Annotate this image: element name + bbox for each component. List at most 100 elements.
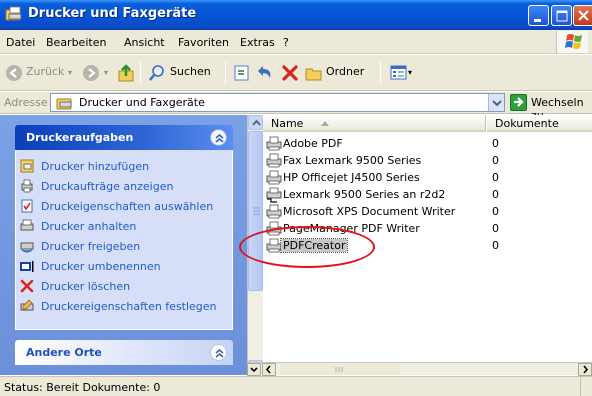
- scroll-up-button[interactable]: [248, 115, 263, 130]
- scroll-thumb[interactable]: [248, 131, 263, 291]
- list-horizontal-scrollbar[interactable]: [247, 362, 592, 376]
- task-add-printer[interactable]: Drucker hinzufügen: [20, 158, 225, 176]
- share-printer-icon: [20, 242, 34, 253]
- menu-ansicht[interactable]: Ansicht: [124, 36, 165, 49]
- pause-printer-icon: [20, 219, 34, 231]
- chevron-right-icon: [583, 365, 589, 374]
- toolbar: Zurück ▾ ▾ Suchen Ordner ▾: [0, 55, 592, 91]
- printer-row-selected[interactable]: PDFCreator 0: [263, 238, 592, 254]
- back-button[interactable]: Zurück: [26, 65, 64, 78]
- status-bar: Status: Bereit Dokumente: 0: [0, 376, 592, 396]
- close-button[interactable]: [573, 5, 592, 26]
- document-count: 0: [492, 137, 499, 150]
- up-folder-icon[interactable]: [117, 63, 135, 83]
- maximize-button[interactable]: [551, 5, 572, 26]
- menu-bearbeiten[interactable]: Bearbeiten: [46, 36, 106, 49]
- printer-properties-icon: [20, 299, 34, 311]
- printer-row[interactable]: Adobe PDF 0: [263, 136, 592, 152]
- back-dropdown-icon[interactable]: ▾: [68, 68, 72, 77]
- windows-logo: [556, 31, 588, 53]
- printer-name: Fax Lexmark 9500 Series: [283, 154, 422, 167]
- collapse-button[interactable]: [210, 129, 227, 146]
- rename-icon: [20, 261, 34, 272]
- scroll-right-button[interactable]: [578, 363, 592, 376]
- task-label: Drucker umbenennen: [41, 260, 161, 273]
- menu-favoriten[interactable]: Favoriten: [178, 36, 229, 49]
- printer-icon: [266, 170, 282, 185]
- address-dropdown-button[interactable]: [488, 94, 504, 111]
- task-pause-printer[interactable]: Drucker anhalten: [20, 218, 225, 236]
- folders-button[interactable]: Ordner: [326, 65, 364, 78]
- forward-arrow-icon[interactable]: [82, 64, 100, 82]
- forward-dropdown-icon[interactable]: ▾: [104, 68, 108, 77]
- task-label: Drucker hinzufügen: [41, 160, 150, 173]
- scroll-down-button[interactable]: [247, 363, 261, 376]
- printer-row[interactable]: PageManager PDF Writer 0: [263, 221, 592, 237]
- resize-grip[interactable]: [580, 377, 592, 396]
- chevron-left-icon: [265, 365, 271, 374]
- column-header-documents[interactable]: Dokumente: [487, 115, 592, 132]
- task-pane-scrollbar[interactable]: [247, 115, 263, 375]
- search-button[interactable]: Suchen: [170, 65, 211, 78]
- task-label: Drucker freigeben: [41, 240, 141, 253]
- window-title: Drucker und Faxgeräte: [28, 6, 197, 21]
- add-printer-icon: [20, 159, 34, 173]
- minimize-button[interactable]: [528, 5, 549, 26]
- printer-icon: [266, 204, 282, 219]
- task-delete-printer[interactable]: Drucker löschen: [20, 278, 225, 296]
- address-value: Drucker und Faxgeräte: [79, 96, 205, 109]
- printer-name: Lexmark 9500 Series an r2d2: [283, 188, 446, 201]
- printer-name: Adobe PDF: [283, 137, 343, 150]
- printer-folder-icon: [56, 98, 72, 110]
- scroll-thumb[interactable]: [280, 364, 400, 375]
- delete-icon[interactable]: [281, 64, 299, 82]
- search-icon[interactable]: [148, 64, 166, 82]
- task-share-printer[interactable]: Drucker freigeben: [20, 238, 225, 256]
- column-header-name[interactable]: Name: [263, 115, 486, 132]
- back-arrow-icon[interactable]: [5, 64, 23, 82]
- printer-tasks-header[interactable]: Druckeraufgaben: [15, 125, 233, 150]
- go-arrow-icon: [514, 97, 524, 107]
- menu-datei[interactable]: Datei: [6, 36, 35, 49]
- task-pane: Druckeraufgaben Drucker hinzufügen Druck…: [0, 115, 247, 375]
- go-button[interactable]: [510, 94, 527, 111]
- other-places-header[interactable]: Andere Orte: [15, 340, 233, 365]
- delete-icon: [20, 279, 34, 293]
- column-label: Name: [271, 117, 304, 130]
- menu-extras[interactable]: Extras: [240, 36, 275, 49]
- printer-name: PDFCreator: [279, 238, 349, 253]
- printer-list: Name Dokumente Adobe PDF 0 Fax Lexmark 9…: [263, 115, 592, 362]
- task-printer-properties[interactable]: Druckereigenschaften festlegen: [20, 298, 225, 316]
- printer-row[interactable]: Lexmark 9500 Series an r2d2 0: [263, 187, 592, 203]
- printer-name: PageManager PDF Writer: [283, 222, 420, 235]
- menu-help[interactable]: ?: [283, 36, 289, 49]
- printer-tasks-title: Druckeraufgaben: [26, 131, 134, 144]
- sort-ascending-icon: [321, 121, 329, 126]
- chevron-down-icon: [250, 367, 258, 373]
- task-label: Druckeigenschaften auswählen: [41, 200, 214, 213]
- views-dropdown-icon[interactable]: ▾: [408, 68, 412, 77]
- title-bar[interactable]: Drucker und Faxgeräte: [0, 0, 592, 30]
- close-icon: [578, 10, 589, 21]
- chevron-up-icon: [252, 119, 261, 126]
- grip-icon: [253, 207, 260, 215]
- views-icon[interactable]: [390, 64, 408, 82]
- printer-row[interactable]: Microsoft XPS Document Writer 0: [263, 204, 592, 220]
- print-preferences-icon: [21, 199, 33, 213]
- folders-icon[interactable]: [304, 64, 324, 82]
- task-view-print-jobs[interactable]: Druckaufträge anzeigen: [20, 178, 225, 196]
- address-bar: Adresse Drucker und Faxgeräte Wechseln z…: [0, 92, 592, 122]
- collapse-button[interactable]: [210, 344, 227, 361]
- task-rename-printer[interactable]: Drucker umbenennen: [20, 258, 225, 276]
- scroll-left-button[interactable]: [262, 363, 276, 376]
- task-print-preferences[interactable]: Druckeigenschaften auswählen: [20, 198, 225, 216]
- printer-row[interactable]: Fax Lexmark 9500 Series 0: [263, 153, 592, 169]
- double-chevron-up-icon: [215, 133, 224, 143]
- printer-name: Microsoft XPS Document Writer: [283, 205, 456, 218]
- move-to-icon[interactable]: [233, 64, 251, 82]
- print-queue-icon: [21, 179, 33, 193]
- printer-row[interactable]: HP Officejet J4500 Series 0: [263, 170, 592, 186]
- undo-icon[interactable]: [256, 63, 276, 83]
- toolbar-separator: [380, 62, 381, 84]
- address-field[interactable]: Drucker und Faxgeräte: [50, 93, 505, 112]
